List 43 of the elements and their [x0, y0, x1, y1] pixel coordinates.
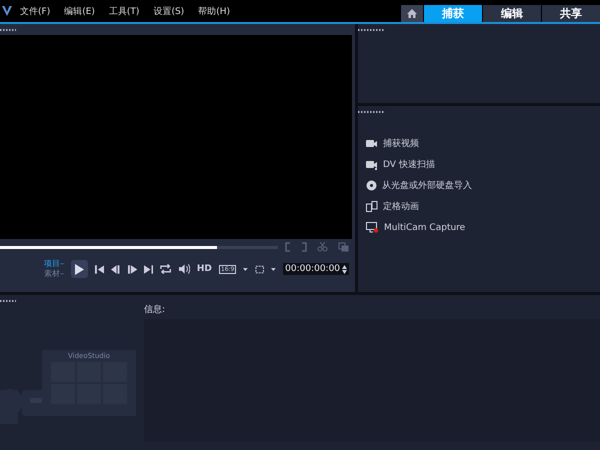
grip-handle[interactable]	[0, 28, 16, 30]
home-tab[interactable]	[401, 5, 423, 22]
capture-option[interactable]: 捕获视频	[366, 137, 600, 150]
spinner-arrows-icon[interactable]	[342, 264, 348, 274]
grip-handle[interactable]	[358, 28, 384, 30]
info-label: 信息:	[144, 304, 166, 317]
play-button[interactable]	[71, 260, 88, 278]
play-icon	[74, 264, 84, 274]
skip-start-icon[interactable]	[94, 264, 104, 274]
volume-icon[interactable]	[178, 264, 190, 274]
repeat-icon[interactable]	[160, 264, 172, 274]
step-forward-icon[interactable]	[128, 264, 137, 274]
capture-option[interactable]: MultiCam Capture	[366, 221, 600, 234]
hd-toggle[interactable]: HD	[196, 264, 212, 274]
mode-toggle[interactable]: 项目–	[44, 259, 64, 269]
menu-item[interactable]: 设置(S)	[153, 4, 184, 18]
step-back-icon[interactable]	[111, 264, 121, 274]
dv-camera-icon	[366, 160, 378, 170]
menu-item[interactable]: 编辑(E)	[64, 4, 95, 18]
workspace-tab[interactable]: 共享	[542, 5, 600, 22]
timecode: 00:00:00:00	[285, 264, 340, 274]
menu-item[interactable]: 文件(F)	[20, 4, 50, 18]
menu-item[interactable]: 工具(T)	[108, 4, 140, 18]
capture-option[interactable]: 从光盘或外部硬盘导入	[366, 179, 600, 192]
skip-end-icon[interactable]	[144, 264, 154, 274]
menu-item[interactable]: 帮助(H)	[198, 4, 230, 18]
camera-icon	[366, 138, 378, 148]
monitor-record-icon	[366, 222, 379, 233]
frames-icon	[366, 201, 378, 212]
grip-handle[interactable]	[0, 300, 16, 302]
dropdown-caret-icon[interactable]	[243, 268, 248, 270]
dropdown-caret-icon[interactable]	[271, 268, 276, 270]
disc-icon	[366, 180, 377, 191]
capture-option[interactable]: DV 快速扫描	[366, 158, 600, 171]
scrub-track[interactable]	[0, 246, 278, 248]
logo-icon	[2, 5, 12, 17]
home-icon	[407, 9, 417, 18]
grip-handle[interactable]	[358, 110, 384, 112]
mode-toggle[interactable]: 素材–	[44, 269, 64, 279]
workspace-tab[interactable]: 编辑	[483, 5, 541, 22]
capture-option[interactable]: 定格动画	[366, 200, 600, 213]
timecode-field[interactable]: 00:00:00:00	[283, 263, 350, 275]
crop-icon[interactable]	[255, 264, 264, 274]
